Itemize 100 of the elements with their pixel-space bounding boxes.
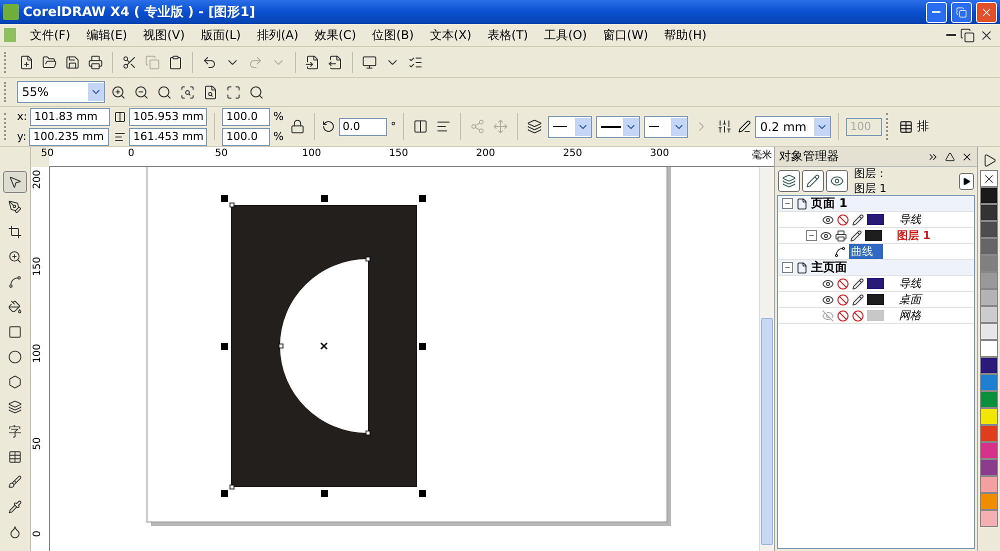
layer-name[interactable]: 导线 bbox=[899, 212, 921, 227]
menu-item[interactable]: 版面(L) bbox=[192, 26, 249, 44]
object-name[interactable]: 曲线 bbox=[849, 244, 883, 259]
view-layers-button[interactable] bbox=[826, 170, 848, 192]
eye-icon[interactable] bbox=[822, 278, 834, 290]
node-handle[interactable] bbox=[230, 484, 234, 490]
color-swatch[interactable] bbox=[980, 374, 998, 391]
line-style-dropdown[interactable] bbox=[596, 116, 640, 138]
start-arrow-dropdown[interactable] bbox=[548, 116, 592, 138]
color-swatch[interactable] bbox=[980, 204, 998, 221]
color-swatch[interactable] bbox=[980, 408, 998, 425]
width-field[interactable]: 105.953 mm bbox=[129, 108, 208, 126]
color-swatch[interactable] bbox=[980, 340, 998, 357]
pencil-icon[interactable] bbox=[852, 278, 864, 290]
layer-name[interactable]: 桌面 bbox=[899, 292, 921, 307]
collapse-toggle[interactable] bbox=[782, 262, 793, 273]
eye-icon[interactable] bbox=[820, 230, 832, 242]
color-swatch[interactable] bbox=[980, 442, 998, 459]
restore-button[interactable] bbox=[951, 2, 972, 22]
zoom-dropdown[interactable]: 55% bbox=[17, 81, 105, 103]
no-print-icon[interactable] bbox=[837, 310, 849, 322]
scrollbar-thumb[interactable] bbox=[761, 318, 773, 545]
collapse-toggle[interactable] bbox=[782, 198, 793, 209]
pencil-icon[interactable] bbox=[852, 214, 864, 226]
x-field[interactable]: 101.83 mm bbox=[30, 108, 110, 126]
color-swatch[interactable] bbox=[980, 357, 998, 374]
eye-icon[interactable] bbox=[822, 214, 834, 226]
toolbar-grip[interactable] bbox=[4, 112, 9, 140]
node-handle[interactable] bbox=[278, 344, 284, 348]
pencil-icon[interactable] bbox=[850, 230, 862, 242]
menu-item[interactable]: 视图(V) bbox=[135, 26, 193, 44]
flyout-button[interactable] bbox=[959, 172, 974, 190]
color-swatch[interactable] bbox=[980, 391, 998, 408]
minimize-button[interactable] bbox=[926, 2, 947, 22]
menu-item[interactable]: 编辑(E) bbox=[78, 26, 136, 44]
center-marker-icon[interactable] bbox=[320, 342, 328, 350]
selection-handle[interactable] bbox=[419, 343, 426, 350]
layer-name[interactable]: 网格 bbox=[899, 308, 921, 323]
minimize-button[interactable] bbox=[944, 32, 958, 38]
menu-item[interactable]: 工具(O) bbox=[536, 26, 595, 44]
layers-options-button[interactable] bbox=[778, 170, 800, 192]
zoom-width-icon bbox=[226, 84, 241, 100]
toolbar-grip[interactable] bbox=[4, 82, 9, 102]
selection-handle[interactable] bbox=[221, 195, 228, 202]
menu-item[interactable]: 帮助(H) bbox=[656, 26, 715, 44]
color-swatch[interactable] bbox=[980, 323, 998, 340]
no-print-icon[interactable] bbox=[837, 294, 849, 306]
menu-item[interactable]: 窗口(W) bbox=[594, 26, 656, 44]
color-swatch[interactable] bbox=[980, 510, 998, 527]
node-handle[interactable] bbox=[366, 430, 370, 436]
eye-icon[interactable] bbox=[822, 294, 834, 306]
arrange-label[interactable]: 排 bbox=[917, 118, 930, 135]
outline-width-dropdown[interactable]: 0.2 mm bbox=[755, 116, 832, 138]
page-name[interactable]: 主页面 bbox=[811, 259, 847, 276]
menu-item[interactable]: 文件(F) bbox=[22, 26, 78, 44]
collapse-toggle[interactable] bbox=[806, 230, 817, 241]
menu-item[interactable]: 排列(A) bbox=[248, 26, 306, 44]
color-swatch[interactable] bbox=[980, 493, 998, 510]
text-tool[interactable]: 字 bbox=[3, 421, 27, 443]
end-arrow-dropdown[interactable] bbox=[644, 116, 688, 138]
color-swatch[interactable] bbox=[980, 255, 998, 272]
height-field[interactable]: 161.453 mm bbox=[129, 128, 208, 146]
color-swatch[interactable] bbox=[980, 425, 998, 442]
color-swatch[interactable] bbox=[980, 238, 998, 255]
color-swatch[interactable] bbox=[980, 459, 998, 476]
selection-handle[interactable] bbox=[321, 195, 328, 202]
y-field[interactable]: 100.235 mm bbox=[29, 128, 110, 146]
color-swatch[interactable] bbox=[980, 476, 998, 493]
scale-y-field[interactable]: 100.0 bbox=[222, 128, 270, 146]
color-swatch[interactable] bbox=[980, 187, 998, 204]
no-color-swatch[interactable] bbox=[980, 170, 998, 187]
no-print-icon[interactable] bbox=[837, 214, 849, 226]
edit-layers-button[interactable] bbox=[802, 170, 824, 192]
pencil-icon[interactable] bbox=[852, 294, 864, 306]
node-handle[interactable] bbox=[366, 256, 370, 262]
close-button[interactable] bbox=[976, 2, 997, 22]
selection-handle[interactable] bbox=[321, 490, 328, 497]
selection-handle[interactable] bbox=[221, 343, 228, 350]
printer-icon[interactable] bbox=[835, 230, 847, 242]
selection-handle[interactable] bbox=[221, 490, 228, 497]
scale-x-field[interactable]: 100.0 bbox=[222, 108, 270, 126]
menu-item[interactable]: 位图(B) bbox=[364, 26, 422, 44]
color-swatch[interactable] bbox=[980, 289, 998, 306]
toolbar-grip[interactable] bbox=[4, 52, 9, 72]
no-edit-icon[interactable] bbox=[852, 310, 864, 322]
vertical-scrollbar[interactable] bbox=[759, 167, 774, 551]
color-swatch[interactable] bbox=[980, 306, 998, 323]
layer-name[interactable]: 图层 1 bbox=[897, 228, 930, 243]
layer-name[interactable]: 导线 bbox=[899, 276, 921, 291]
selection-handle[interactable] bbox=[419, 195, 426, 202]
menu-item[interactable]: 表格(T) bbox=[479, 26, 536, 44]
menu-item[interactable]: 文本(X) bbox=[422, 26, 480, 44]
menu-item[interactable]: 效果(C) bbox=[306, 26, 364, 44]
node-handle[interactable] bbox=[230, 202, 234, 208]
selection-handle[interactable] bbox=[419, 490, 426, 497]
rotation-field[interactable]: 0.0 bbox=[338, 118, 387, 136]
color-swatch[interactable] bbox=[980, 221, 998, 238]
pointer-tool[interactable] bbox=[3, 171, 27, 193]
color-swatch[interactable] bbox=[980, 272, 998, 289]
no-print-icon[interactable] bbox=[837, 278, 849, 290]
